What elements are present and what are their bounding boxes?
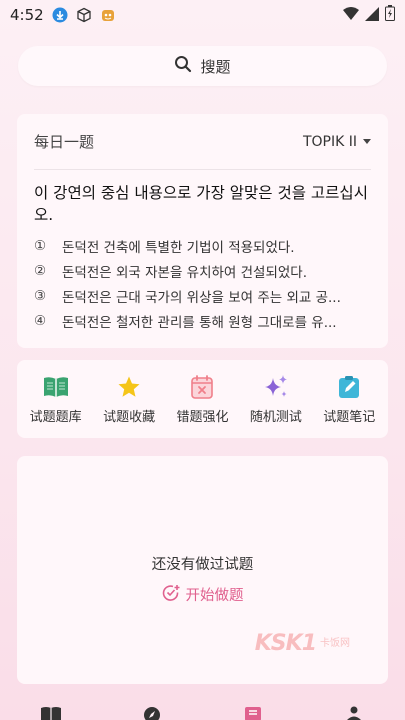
empty-message: 还没有做过试题 <box>151 556 254 573</box>
option-item[interactable]: ② 돈덕전은 외국 자본을 유치하여 건설되었다. <box>34 258 371 283</box>
option-item[interactable]: ① 돈덕전 건축에 특별한 기법이 적용되었다. <box>34 233 371 258</box>
caret-down-icon <box>363 139 371 144</box>
daily-question-header: 每日一题 TOPIK II <box>34 114 371 170</box>
option-number: ① <box>34 237 47 254</box>
option-text: 돈덕전은 철저한 관리를 통해 원형 그대로를 유... <box>62 314 337 331</box>
action-mistakes[interactable]: 错题强化 <box>167 374 237 425</box>
daily-question-card[interactable]: 每日一题 TOPIK II 이 강연의 중심 내용으로 가장 알맞은 것을 고르… <box>17 114 388 348</box>
signal-icon <box>365 6 379 25</box>
option-text: 돈덕전 건축에 특별한 기법이 적용되었다. <box>62 239 295 256</box>
add-check-icon <box>162 584 180 606</box>
calendar-x-icon <box>189 374 215 400</box>
watermark-brand: KSK1 <box>254 631 317 656</box>
start-practice-label: 开始做题 <box>185 588 244 604</box>
level-selector[interactable]: TOPIK II <box>303 134 371 150</box>
status-time: 4:52 <box>10 6 44 24</box>
option-number: ④ <box>34 312 47 329</box>
bottom-nav <box>0 696 405 720</box>
action-favorites[interactable]: 试题收藏 <box>94 374 164 425</box>
search-label: 搜题 <box>200 57 231 76</box>
status-bar: 4:52 <box>0 0 405 30</box>
option-number: ③ <box>34 287 47 304</box>
search-bar[interactable]: 搜题 <box>18 46 387 86</box>
action-notes[interactable]: 试题笔记 <box>314 374 384 425</box>
watermark-logo: KSK1 卡饭网 <box>255 631 350 656</box>
star-icon <box>116 374 142 400</box>
action-label: 试题笔记 <box>323 409 376 425</box>
action-label: 随机测试 <box>249 409 302 425</box>
cube-icon <box>76 7 92 23</box>
option-text: 돈덕전은 근대 국가의 위상을 보여 주는 외교 공... <box>62 289 341 306</box>
sparkle-icon <box>263 374 289 400</box>
note-icon <box>336 374 362 400</box>
nav-book-icon[interactable] <box>39 706 63 720</box>
option-number: ② <box>34 262 47 279</box>
daily-question-title: 每日一题 <box>34 133 95 151</box>
option-text: 돈덕전은 외국 자본을 유치하여 건설되었다. <box>62 264 308 281</box>
app-notification-icon <box>100 7 116 23</box>
action-label: 试题收藏 <box>103 409 156 425</box>
battery-icon <box>385 5 395 25</box>
option-item[interactable]: ④ 돈덕전은 철저한 관리를 통해 원형 그대로를 유... <box>34 308 371 333</box>
action-shortcuts: 试题题库 试题收藏 错题强化 随机测试 试题笔记 <box>17 360 388 438</box>
option-item[interactable]: ③ 돈덕전은 근대 국가의 위상을 보여 주는 외교 공... <box>34 283 371 308</box>
question-text: 이 강연의 중심 내용으로 가장 알맞은 것을 고르십시오. <box>34 184 368 224</box>
options-list: ① 돈덕전 건축에 특별한 기법이 적용되었다. ② 돈덕전은 외국 자본을 유… <box>34 233 371 333</box>
practice-history-card: 还没有做过试题 开始做题 KSK1 卡饭网 <box>17 456 388 684</box>
download-icon <box>52 7 68 23</box>
search-icon <box>174 55 192 77</box>
wifi-icon <box>343 6 359 25</box>
level-label: TOPIK II <box>302 133 357 150</box>
action-question-bank[interactable]: 试题题库 <box>21 374 91 425</box>
start-practice-button[interactable]: 开始做题 <box>162 584 244 606</box>
watermark-sub: 卡饭网 <box>320 638 350 649</box>
action-label: 试题题库 <box>29 409 82 425</box>
nav-profile-icon[interactable] <box>342 706 366 720</box>
nav-compass-icon[interactable] <box>140 706 164 720</box>
book-icon <box>43 374 69 400</box>
action-random-test[interactable]: 随机测试 <box>241 374 311 425</box>
action-label: 错题强化 <box>176 409 229 425</box>
nav-practice-icon[interactable] <box>241 706 265 720</box>
